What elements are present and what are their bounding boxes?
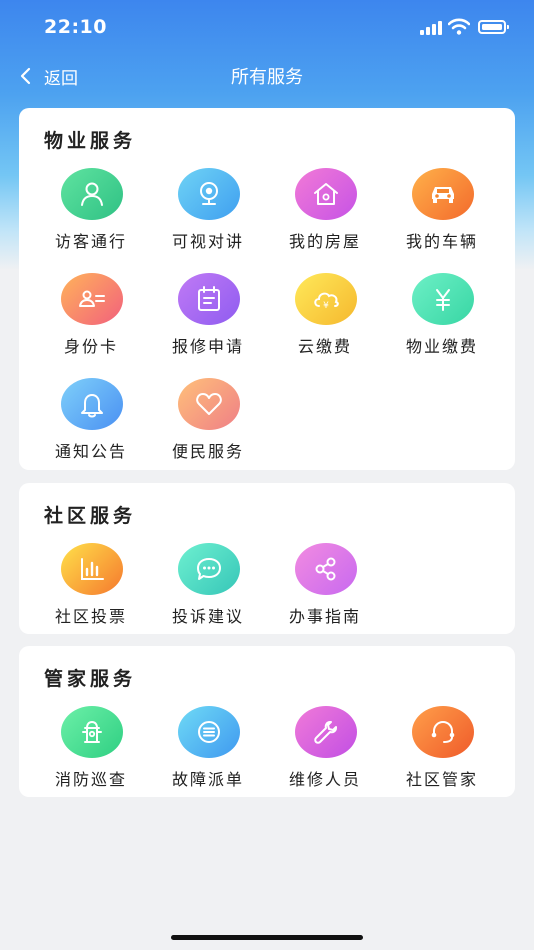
- service-item-repair-request[interactable]: 报修申请: [149, 273, 267, 365]
- svg-text:¥: ¥: [323, 301, 329, 311]
- section-card-butler: 管家服务 消防巡查 故障派单 维修人员 社区管家: [19, 646, 515, 797]
- service-item-video-intercom[interactable]: 可视对讲: [149, 168, 267, 260]
- service-item-label: 我的房屋: [288, 232, 361, 251]
- wifi-icon: [448, 18, 470, 35]
- service-item-property-fee[interactable]: 物业缴费: [383, 273, 501, 365]
- status-time: 22:10: [44, 16, 107, 38]
- service-item-label: 我的车辆: [405, 232, 478, 251]
- service-item-label: 维修人员: [288, 770, 361, 789]
- service-item-label: 报修申请: [171, 337, 244, 356]
- wrench-icon: [295, 706, 357, 758]
- section-title: 物业服务: [44, 130, 137, 152]
- service-item-my-vehicle[interactable]: 我的车辆: [383, 168, 501, 260]
- service-item-convenience[interactable]: 便民服务: [149, 378, 267, 470]
- status-bar: 22:10: [0, 0, 534, 54]
- car-icon: [412, 168, 474, 220]
- navigation-bar: 返回 所有服务: [0, 54, 534, 96]
- cloud-payment-icon: ¥: [295, 273, 357, 325]
- service-item-complaint[interactable]: 投诉建议: [149, 543, 267, 635]
- service-item-label: 物业缴费: [405, 337, 478, 356]
- section-card-property: 物业服务 访客通行 可视对讲 我的房屋 我的车辆 身份卡 报修申请 ¥ 云缴费 …: [19, 108, 515, 470]
- service-item-cloud-payment[interactable]: ¥ 云缴费: [266, 273, 384, 365]
- service-item-label: 访客通行: [54, 232, 127, 251]
- id-card-icon: [61, 273, 123, 325]
- service-item-fault-dispatch[interactable]: 故障派单: [149, 706, 267, 798]
- service-item-label: 云缴费: [297, 337, 352, 356]
- chat-icon: [178, 543, 240, 595]
- service-item-fire-patrol[interactable]: 消防巡查: [32, 706, 150, 798]
- service-item-label: 投诉建议: [171, 607, 244, 626]
- home-indicator[interactable]: [171, 935, 363, 940]
- service-item-community-butler[interactable]: 社区管家: [383, 706, 501, 798]
- service-item-label: 便民服务: [171, 442, 244, 461]
- bell-icon: [61, 378, 123, 430]
- service-item-label: 通知公告: [54, 442, 127, 461]
- cellular-signal-icon: [420, 21, 444, 35]
- service-item-label: 社区投票: [54, 607, 127, 626]
- service-item-my-house[interactable]: 我的房屋: [266, 168, 384, 260]
- share-icon: [295, 543, 357, 595]
- list-icon: [178, 706, 240, 758]
- bar-chart-icon: [61, 543, 123, 595]
- visitor-icon: [61, 168, 123, 220]
- repair-form-icon: [178, 273, 240, 325]
- section-title: 管家服务: [44, 668, 137, 690]
- section-title: 社区服务: [44, 505, 137, 527]
- service-item-notice[interactable]: 通知公告: [32, 378, 150, 470]
- service-item-id-card[interactable]: 身份卡: [32, 273, 150, 365]
- service-item-label: 可视对讲: [171, 232, 244, 251]
- service-item-community-vote[interactable]: 社区投票: [32, 543, 150, 635]
- service-item-label: 社区管家: [405, 770, 478, 789]
- section-card-community: 社区服务 社区投票 投诉建议 办事指南: [19, 483, 515, 634]
- headset-icon: [412, 706, 474, 758]
- service-item-label: 消防巡查: [54, 770, 127, 789]
- house-icon: [295, 168, 357, 220]
- battery-icon: [478, 20, 509, 34]
- service-item-guide[interactable]: 办事指南: [266, 543, 384, 635]
- camera-icon: [178, 168, 240, 220]
- service-item-visitor-pass[interactable]: 访客通行: [32, 168, 150, 260]
- heart-icon: [178, 378, 240, 430]
- status-icons: [410, 17, 510, 37]
- yuan-icon: [412, 273, 474, 325]
- service-item-label: 办事指南: [288, 607, 361, 626]
- page-title: 所有服务: [231, 67, 303, 88]
- service-item-label: 身份卡: [63, 337, 118, 356]
- fire-hydrant-icon: [61, 706, 123, 758]
- service-item-repair-staff[interactable]: 维修人员: [266, 706, 384, 798]
- service-item-label: 故障派单: [171, 770, 244, 789]
